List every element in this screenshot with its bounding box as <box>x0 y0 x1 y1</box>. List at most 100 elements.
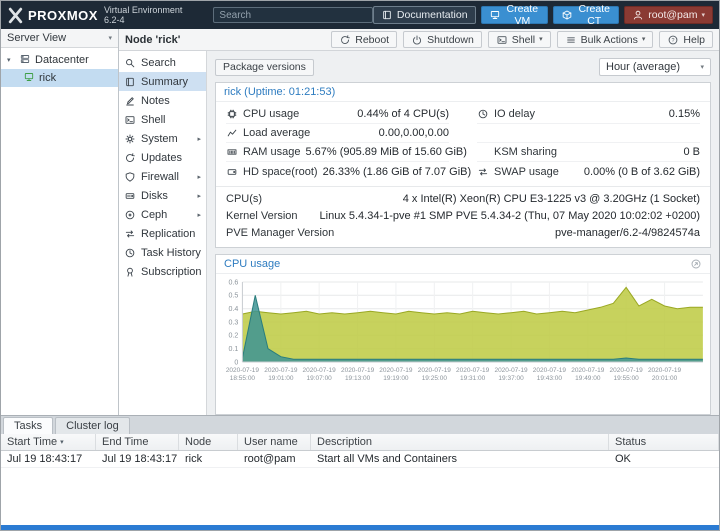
shutdown-button[interactable]: Shutdown <box>403 31 482 48</box>
bulk-actions-button[interactable]: Bulk Actions▾ <box>557 31 654 48</box>
monitor-icon <box>489 9 501 21</box>
info-kernel-version: Kernel VersionLinux 5.4.34-1-pve #1 SMP … <box>226 207 700 224</box>
package-versions-button[interactable]: Package versions <box>215 59 314 76</box>
help-icon: ? <box>667 34 679 46</box>
time-range-select[interactable]: Hour (average) ▾ <box>599 58 711 76</box>
tree-item-rick[interactable]: rick <box>1 69 118 87</box>
tab-tasks[interactable]: Tasks <box>3 417 53 434</box>
nav-item-replication[interactable]: Replication <box>119 224 206 243</box>
stats-right-column: IO delay0.15%KSM sharing0 BSWAP usage0.0… <box>477 105 700 181</box>
summary-content: Package versions Hour (average) ▾ rick (… <box>207 51 719 415</box>
stat-cpu-usage: CPU usage0.44% of 4 CPU(s) <box>226 105 449 124</box>
chevron-down-icon: ▾ <box>642 36 646 43</box>
tasks-tab-bar: TasksCluster log <box>1 416 719 434</box>
brand-title: PROXMOX <box>28 8 98 23</box>
help-button[interactable]: ?Help <box>659 31 713 48</box>
svg-text:19:19:00: 19:19:00 <box>383 375 409 382</box>
column-header-status[interactable]: Status <box>609 434 719 450</box>
nav-item-shell[interactable]: Shell <box>119 110 206 129</box>
expander-icon[interactable]: ▾ <box>7 56 15 64</box>
undock-icon[interactable] <box>690 258 702 270</box>
svg-text:0.5: 0.5 <box>228 293 238 300</box>
tree-item-datacenter[interactable]: ▾Datacenter <box>1 51 118 69</box>
svg-text:2020-07-19: 2020-07-19 <box>341 367 375 374</box>
proxmox-logo-icon <box>7 7 24 24</box>
task-cell: Jul 19 18:43:17 <box>96 451 179 467</box>
clock-icon <box>477 108 489 120</box>
node-toolbar: Reboot Shutdown Shell▾ Bulk Actions▾ ?Help <box>331 31 713 48</box>
nav-item-task-history[interactable]: Task History <box>119 243 206 262</box>
column-header-node[interactable]: Node <box>179 434 238 450</box>
info-cpu-s-: CPU(s)4 x Intel(R) Xeon(R) CPU E3-1225 v… <box>226 190 700 207</box>
search-input[interactable] <box>213 7 372 23</box>
svg-text:19:37:00: 19:37:00 <box>498 375 524 382</box>
server-icon <box>19 53 31 65</box>
history-icon <box>124 247 136 259</box>
main-row: Server View ▾ ▾Datacenterrick Node 'rick… <box>1 29 719 415</box>
svg-text:2020-07-19: 2020-07-19 <box>610 367 644 374</box>
view-selector[interactable]: Server View ▾ <box>1 29 118 48</box>
chevron-down-icon: ▾ <box>539 36 543 43</box>
svg-text:2020-07-19: 2020-07-19 <box>418 367 452 374</box>
svg-text:19:25:00: 19:25:00 <box>422 375 448 382</box>
shell-icon <box>496 34 508 46</box>
tab-cluster-log[interactable]: Cluster log <box>55 417 130 434</box>
task-row[interactable]: Jul 19 18:43:17Jul 19 18:43:17rickroot@p… <box>1 451 719 468</box>
content-toolbar: Package versions Hour (average) ▾ <box>215 56 711 78</box>
tasks-grid-empty-area <box>1 468 719 525</box>
column-header-user-name[interactable]: User name <box>238 434 311 450</box>
chevron-down-icon: ▾ <box>701 12 705 19</box>
column-header-description[interactable]: Description <box>311 434 609 450</box>
nav-item-search[interactable]: Search <box>119 53 206 72</box>
column-header-end-time[interactable]: End Time <box>96 434 179 450</box>
info-pve-manager-version: PVE Manager Versionpve-manager/6.2-4/982… <box>226 224 700 241</box>
ceph-icon <box>124 209 136 221</box>
stat-load-average: Load average0.00,0.00,0.00 <box>226 124 449 143</box>
resource-tree-sidebar: Server View ▾ ▾Datacenterrick <box>1 29 119 415</box>
svg-text:18:55:00: 18:55:00 <box>230 375 256 382</box>
svg-text:0.6: 0.6 <box>228 279 238 286</box>
nav-item-firewall[interactable]: Firewall▸ <box>119 167 206 186</box>
shell-button[interactable]: Shell▾ <box>488 31 551 48</box>
task-cell: OK <box>609 451 719 467</box>
svg-text:0.2: 0.2 <box>228 333 238 340</box>
create-ct-button[interactable]: Create CT <box>553 6 619 24</box>
list-icon <box>565 34 577 46</box>
chevron-right-icon: ▸ <box>197 173 201 181</box>
user-menu-button[interactable]: root@pam ▾ <box>624 6 713 24</box>
nav-item-updates[interactable]: Updates <box>119 148 206 167</box>
task-cell: rick <box>179 451 238 467</box>
power-icon <box>411 34 423 46</box>
reboot-button[interactable]: Reboot <box>331 31 397 48</box>
svg-text:2020-07-19: 2020-07-19 <box>533 367 567 374</box>
task-cell: Jul 19 18:43:17 <box>1 451 96 467</box>
svg-text:19:07:00: 19:07:00 <box>307 375 333 382</box>
svg-text:0.4: 0.4 <box>228 306 238 313</box>
nav-item-summary[interactable]: Summary <box>119 72 206 91</box>
book-icon <box>124 76 136 88</box>
firewall-icon <box>124 171 136 183</box>
svg-text:19:55:00: 19:55:00 <box>614 375 640 382</box>
stat-empty <box>477 124 700 143</box>
nav-item-ceph[interactable]: Ceph▸ <box>119 205 206 224</box>
svg-text:20:01:00: 20:01:00 <box>652 375 678 382</box>
nav-item-disks[interactable]: Disks▸ <box>119 186 206 205</box>
shell-icon <box>124 114 136 126</box>
svg-text:2020-07-19: 2020-07-19 <box>226 367 260 374</box>
hd-icon <box>226 166 238 178</box>
documentation-button[interactable]: Documentation <box>373 6 476 24</box>
svg-text:2020-07-19: 2020-07-19 <box>456 367 490 374</box>
tasks-panel: TasksCluster log Start Time▾End TimeNode… <box>1 415 719 525</box>
nav-item-subscription[interactable]: Subscription <box>119 262 206 281</box>
column-header-start-time[interactable]: Start Time▾ <box>1 434 96 450</box>
cube-icon <box>561 9 573 21</box>
ram-icon <box>226 146 238 158</box>
book-icon <box>381 9 393 21</box>
nav-item-system[interactable]: System▸ <box>119 129 206 148</box>
stat-hd-space-root-: HD space(root)26.33% (1.86 GiB of 7.07 G… <box>226 162 449 181</box>
nav-item-notes[interactable]: Notes <box>119 91 206 110</box>
stat-ram-usage: RAM usage5.67% (905.89 MiB of 15.60 GiB) <box>226 143 449 162</box>
create-vm-button[interactable]: Create VM <box>481 6 549 24</box>
svg-text:2020-07-19: 2020-07-19 <box>264 367 298 374</box>
chart-title: CPU usage <box>224 258 280 270</box>
